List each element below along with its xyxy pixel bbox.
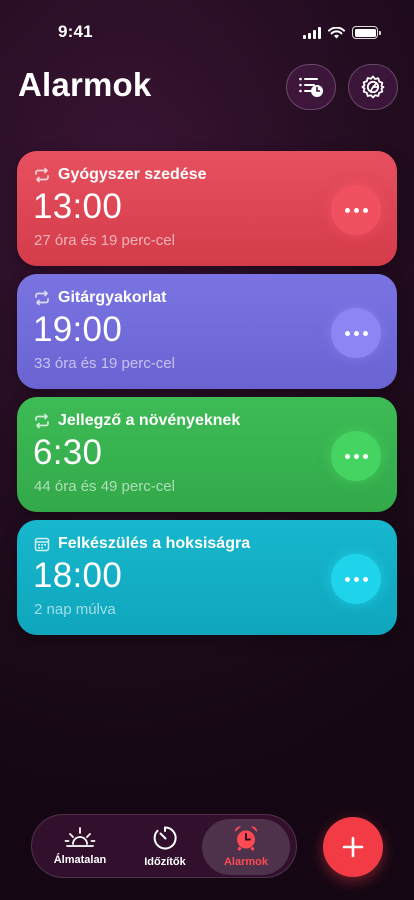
alarm-time: 13:00	[33, 187, 123, 226]
alarm-label: Felkészülés a hoksiságra	[58, 535, 251, 552]
alarm-time: 19:00	[33, 310, 123, 349]
list-clock-icon	[299, 77, 323, 97]
timer-icon	[153, 826, 177, 850]
alarm-label: Gitárgyakorlat	[58, 289, 167, 306]
alarm-label: Jellegző a növényeknek	[58, 412, 241, 429]
alarm-countdown: 33 óra és 19 perc-cel	[34, 355, 175, 372]
status-time: 9:41	[58, 22, 93, 41]
alarm-time: 18:00	[33, 556, 123, 595]
calendar-icon	[34, 537, 50, 552]
alarm-more-button[interactable]	[331, 431, 381, 481]
more-dots-icon	[344, 207, 350, 213]
cellular-signal-icon	[303, 26, 321, 39]
alarm-time: 6:30	[33, 433, 103, 472]
alarm-card[interactable]: Gitárgyakorlat 19:00 33 óra és 19 perc-c…	[17, 274, 397, 389]
tab-sleepless[interactable]: Álmatalan	[36, 819, 124, 875]
tab-alarms[interactable]: Alarmok	[202, 819, 290, 875]
more-dots-icon	[344, 330, 350, 336]
alarm-card[interactable]: Felkészülés a hoksiságra 18:00 2 nap múl…	[17, 520, 397, 635]
alarm-label-row: Gyógyszer szedése	[34, 166, 207, 184]
tab-timers[interactable]: Időzítők	[121, 819, 209, 875]
alarm-clock-icon	[234, 826, 258, 851]
alarm-countdown: 27 óra és 19 perc-cel	[34, 232, 175, 249]
tab-label: Alarmok	[223, 856, 269, 868]
alarm-card[interactable]: Gyógyszer szedése 13:00 27 óra és 19 per…	[17, 151, 397, 266]
alarm-label: Gyógyszer szedése	[58, 166, 207, 183]
tab-label: Álmatalan	[53, 854, 107, 866]
alarm-countdown: 44 óra és 49 perc-cel	[34, 478, 175, 495]
page-title: Alarmok	[18, 66, 152, 103]
alarm-card[interactable]: Jellegző a növényeknek 6:30 44 óra és 49…	[17, 397, 397, 512]
gear-icon	[361, 75, 385, 99]
alarm-countdown: 2 nap múlva	[34, 601, 116, 618]
alarm-label-row: Gitárgyakorlat	[34, 289, 166, 307]
alarm-more-button[interactable]	[331, 554, 381, 604]
tab-bar: Álmatalan Időzítők Alarmok	[31, 814, 297, 878]
status-bar: 9:41	[0, 0, 414, 60]
sunrise-icon	[64, 827, 96, 847]
settings-button[interactable]	[348, 64, 398, 110]
battery-icon	[352, 26, 381, 39]
alarm-label-row: Jellegző a növényeknek	[34, 412, 240, 430]
status-icons	[303, 26, 381, 39]
repeat-icon	[35, 167, 49, 183]
repeat-icon	[35, 413, 49, 429]
wifi-icon	[328, 26, 345, 38]
alarm-label-row: Felkészülés a hoksiságra	[34, 535, 250, 553]
alarm-more-button[interactable]	[331, 185, 381, 235]
more-dots-icon	[344, 453, 350, 459]
tab-label: Időzítők	[144, 856, 186, 868]
repeat-icon	[35, 290, 49, 306]
add-alarm-button[interactable]	[323, 817, 383, 877]
alarm-more-button[interactable]	[331, 308, 381, 358]
more-dots-icon	[344, 576, 350, 582]
plus-icon	[342, 836, 364, 858]
sort-list-button[interactable]	[286, 64, 336, 110]
